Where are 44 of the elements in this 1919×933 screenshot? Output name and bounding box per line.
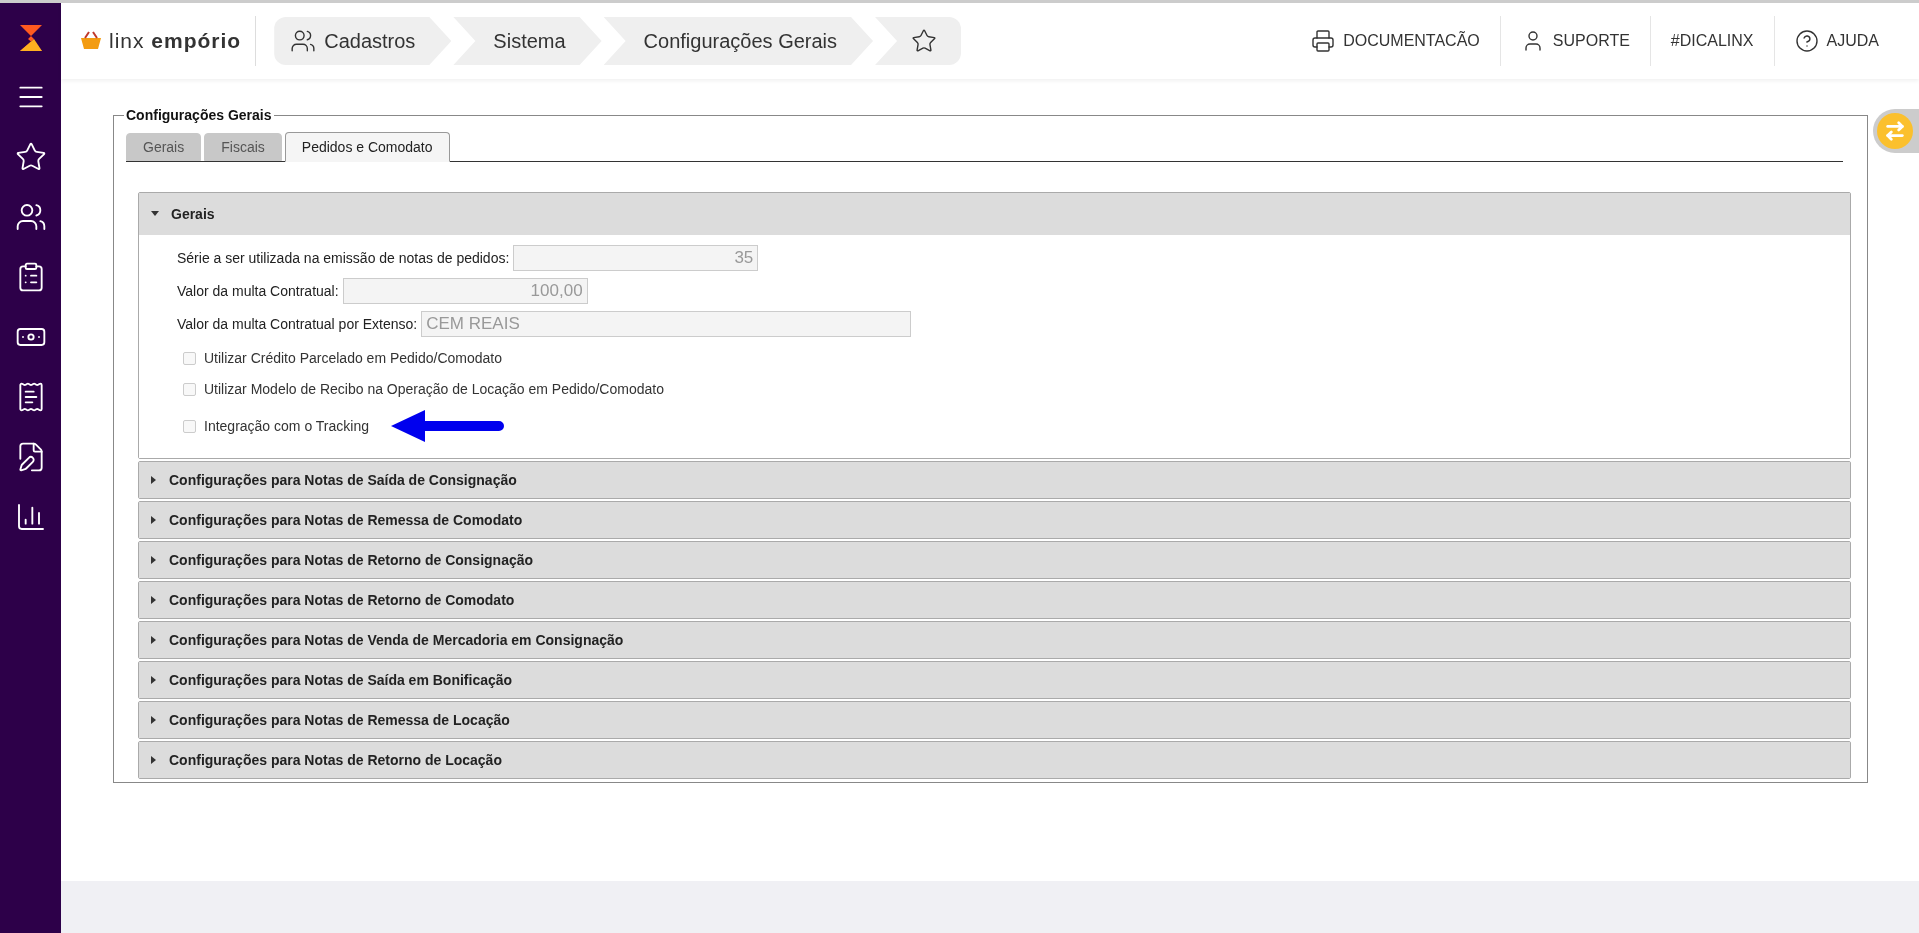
- checkbox-label: Integração com o Tracking: [204, 416, 369, 436]
- favorite-button[interactable]: [875, 17, 962, 65]
- accordion-header[interactable]: Configurações para Notas de Saída em Bonificação: [139, 662, 1850, 698]
- accordion-header[interactable]: Configurações para Notas de Venda de Mercadoria em Consignação: [139, 622, 1850, 658]
- people-icon[interactable]: [14, 201, 47, 233]
- tab[interactable]: Pedidos e Comodato: [284, 132, 450, 162]
- basket-icon: [79, 31, 103, 51]
- header-link[interactable]: #DICALINX: [1649, 16, 1774, 66]
- accordion-header[interactable]: Configurações para Notas de Retorno de Consignação: [139, 542, 1850, 578]
- brand-name: linx empório: [109, 28, 242, 55]
- breadcrumb-item[interactable]: Cadastros: [274, 17, 452, 65]
- swap-arrows-icon: [1884, 120, 1906, 142]
- star-icon: [911, 28, 938, 54]
- people-icon: [290, 28, 317, 54]
- accordion-header[interactable]: Configurações para Notas de Saída de Consignação: [139, 462, 1850, 498]
- field-label: Valor da multa Contratual por Extenso:: [177, 314, 418, 334]
- accordion-header[interactable]: Configurações para Notas de Remessa de Locação: [139, 702, 1850, 738]
- caret-right-icon: [151, 636, 157, 644]
- tab[interactable]: Fiscais: [204, 133, 282, 161]
- star-icon[interactable]: [14, 141, 47, 173]
- header-link[interactable]: DOCUMENTACÃO: [1291, 16, 1500, 66]
- accordion-header[interactable]: Configurações para Notas de Retorno de Locação: [139, 742, 1850, 778]
- caret-right-icon: [151, 756, 157, 764]
- checkbox-label: Utilizar Modelo de Recibo na Operação de Locação em Pedido/Comodato: [204, 380, 664, 399]
- accordion-header[interactable]: Configurações para Notas de Remessa de Comodato: [139, 502, 1850, 538]
- caret-down-icon: [151, 211, 159, 217]
- group-title: Configurações Gerais: [125, 106, 273, 125]
- caret-right-icon: [151, 596, 157, 604]
- field-label: Valor da multa Contratual:: [177, 281, 339, 301]
- caret-right-icon: [151, 516, 157, 524]
- header-link[interactable]: AJUDA: [1773, 16, 1899, 66]
- accordion-header[interactable]: Configurações para Notas de Retorno de Comodato: [139, 582, 1850, 618]
- tab[interactable]: Gerais: [126, 133, 202, 161]
- accordion-header[interactable]: Gerais: [139, 193, 1850, 235]
- caret-right-icon: [151, 476, 157, 484]
- checkbox-label: Utilizar Crédito Parcelado em Pedido/Comodato: [204, 349, 503, 368]
- header-link[interactable]: SUPORTE: [1499, 16, 1650, 66]
- breadcrumb-item[interactable]: Configurações Gerais: [603, 17, 874, 65]
- caret-right-icon: [151, 716, 157, 724]
- field-label: Série a ser utilizada na emissão de notas de pedidos:: [177, 248, 510, 268]
- help-icon: [1794, 29, 1819, 53]
- caret-right-icon: [151, 556, 157, 564]
- breadcrumb-item[interactable]: Sistema: [453, 17, 602, 65]
- caret-right-icon: [151, 676, 157, 684]
